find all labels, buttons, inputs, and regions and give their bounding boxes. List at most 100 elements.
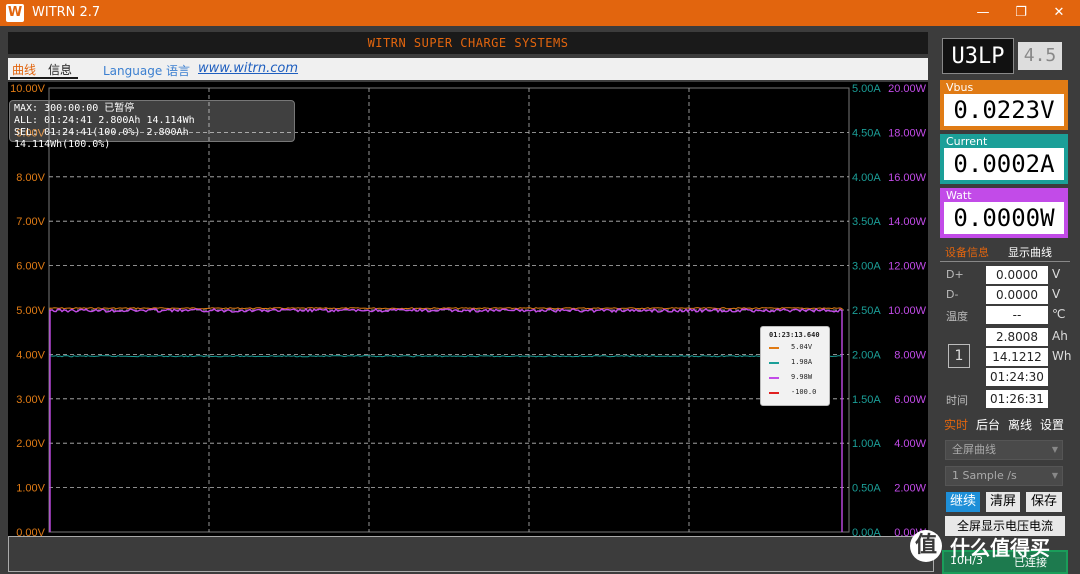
power-tick-label: 12.00W [888,261,927,273]
status-bar [8,536,934,572]
series-line-voltage [49,307,843,532]
series-line-power [49,307,843,532]
current-tick-label: 4.50A [852,127,881,139]
tab-show-curve[interactable]: 显示曲线 [1008,244,1052,260]
ah-row: 2.8008 Ah [940,327,1070,347]
chevron-down-icon: ▼ [1051,471,1058,480]
watermark-logo-icon: 值 [910,530,942,562]
watermark-text: 什么值得买 [950,536,1050,560]
tab-offline[interactable]: 离线 [1008,416,1032,433]
tab-background[interactable]: 后台 [976,416,1000,433]
power-tick-label: 2.00W [894,483,926,495]
save-button[interactable]: 保存 [1026,492,1062,512]
tab-curve[interactable]: 曲线 [12,61,36,78]
info-subtabs: 设备信息 显示曲线 [940,242,1070,262]
current-tick-label: 2.50A [852,305,881,317]
tooltip-row-voltage: 5.04V [769,343,829,353]
current-meter: Current 0.0002A [940,134,1068,184]
power-tick-label: 6.00W [894,394,926,406]
temp-unit: ℃ [1052,307,1066,321]
voltage-tick-label: 1.00V [16,483,45,495]
dplus-value: 0.0000 [986,266,1048,284]
voltage-tick-label: 6.00V [16,261,45,273]
power-tick-label: 10.00W [888,305,927,317]
title-bar: W WITRN 2.7 — ❐ ✕ [0,0,1080,26]
wh-row: 14.1212 Wh [940,347,1072,367]
dplus-unit: V [1052,267,1061,281]
voltage-tick-label: 3.00V [16,394,45,406]
vbus-meter: Vbus 0.0223V [940,80,1068,130]
chart-svg[interactable]: 0.00V 0.00A 0.00W1.00V 0.50A 2.00W2.00V 1.00A… [8,82,928,558]
temp-row: 温度 -- ℃ [940,305,1070,325]
current-tick-label: 2.00A [852,349,881,361]
tooltip-row-power: 9.98W [769,373,829,383]
continue-button[interactable]: 继续 [946,492,980,512]
voltage-tick-label: 4.00V [16,349,45,361]
power-tick-label: 4.00W [894,438,926,450]
record-sel-line: SEL: 01:24:41(100.0%) 2.800Ah 14.114Wh(1… [14,127,189,150]
fullscreen-curve-value: 全屏曲线 [952,443,996,456]
watt-meter: Watt 0.0000W [940,188,1068,238]
tooltip-row-aux: -100.0 [769,388,829,398]
app-body: WITRN SUPER CHARGE SYSTEMS 曲线 信息 Languag… [0,26,1080,574]
current-tick-label: 5.00A [852,83,881,95]
time-label: 时间 [946,394,968,407]
dminus-label: D- [946,288,959,301]
mode-tabs: 实时 后台 离线 设置 [940,414,1070,434]
dplus-label: D+ [946,268,964,281]
current-tick-label: 1.00A [852,438,881,450]
ah-unit: Ah [1052,329,1068,343]
group-time-value: 01:24:30 [986,368,1048,386]
power-tick-label: 8.00W [894,349,926,361]
voltage-tick-label: 10.00V [10,83,46,95]
tooltip-row-current: 1.98A [769,358,829,368]
app-logo: W [6,4,24,22]
watermark: 值 什么值得买 [910,530,1076,566]
current-label: Current [946,135,988,148]
cursor-tooltip: 01:23:13.640 5.04V 1.98A 9.98W -100.0 [760,326,830,406]
minimize-button[interactable]: — [968,3,998,23]
wh-unit: Wh [1052,349,1072,363]
device-model: U3LP [942,38,1014,74]
voltage-tick-label: 5.00V [16,305,45,317]
record-all-line: ALL: 01:24:41 2.800Ah 14.114Wh [14,115,195,126]
wh-value: 14.1212 [986,348,1048,366]
maximize-button[interactable]: ❐ [1006,3,1036,23]
power-tick-label: 18.00W [888,127,927,139]
current-tick-label: 3.00A [852,261,881,273]
temp-value: -- [986,306,1048,324]
chevron-down-icon: ▼ [1051,445,1058,454]
current-tick-label: 3.50A [852,216,881,228]
clear-button[interactable]: 清屏 [986,492,1020,512]
current-tick-label: 1.50A [852,394,881,406]
group-time-row: 01:24:30 [940,367,1070,387]
temp-label: 温度 [946,310,968,323]
voltage-tick-label: 7.00V [16,216,45,228]
time-value: 01:26:31 [986,390,1048,408]
power-tick-label: 14.00W [888,216,927,228]
tab-row: 曲线 信息 Language 语言 www.witrn.com [8,58,928,80]
sample-rate-select[interactable]: 1 Sample /s ▼ [945,466,1063,486]
close-button[interactable]: ✕ [1044,3,1074,23]
series-line-current [49,354,843,532]
tab-device-info[interactable]: 设备信息 [945,244,989,260]
watt-label: Watt [946,189,972,202]
tab-realtime[interactable]: 实时 [944,416,968,433]
dminus-unit: V [1052,287,1061,301]
fullscreen-curve-select[interactable]: 全屏曲线 ▼ [945,440,1063,460]
dminus-value: 0.0000 [986,286,1048,304]
watt-value: 0.0000W [944,202,1064,234]
sample-rate-value: 1 Sample /s [952,469,1017,482]
vbus-label: Vbus [946,81,974,94]
voltage-tick-label: 2.00V [16,438,45,450]
window-title: WITRN 2.7 [32,5,101,20]
language-link[interactable]: Language 语言 [103,62,190,79]
tab-info[interactable]: 信息 [48,61,72,78]
vbus-value: 0.0223V [944,94,1064,126]
tooltip-time: 01:23:13.640 [769,331,820,339]
tab-settings[interactable]: 设置 [1040,416,1064,433]
time-row: 时间 01:26:31 [940,389,1070,409]
website-link[interactable]: www.witrn.com [198,61,298,76]
current-value: 0.0002A [944,148,1064,180]
chart-panel[interactable]: 0.00V 0.00A 0.00W 1.00V 0.50A 2.00W 2.00V 1.00A… [8,82,928,558]
